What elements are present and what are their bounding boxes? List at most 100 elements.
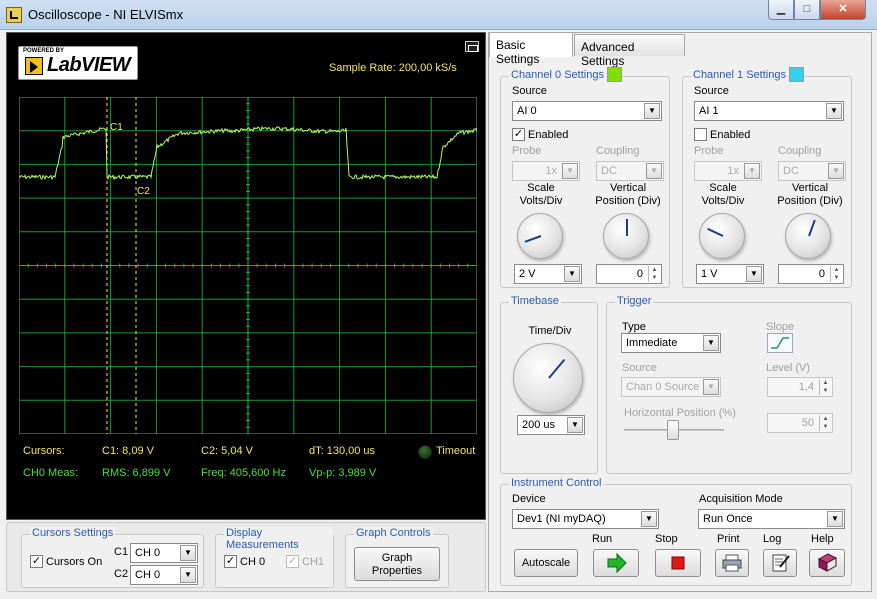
channel0-vpos-label-1: Vertical <box>609 182 647 194</box>
printer-icon <box>722 554 742 572</box>
channel1-scale-label-2: Volts/Div <box>701 195 745 207</box>
chevron-down-icon: ▼ <box>180 567 196 583</box>
channel0-color-swatch[interactable] <box>607 67 622 82</box>
channel1-vpos-label-2: Position (Div) <box>777 195 843 207</box>
timeout-led-icon <box>418 445 432 459</box>
channel1-source-select[interactable]: AI 1 ▼ <box>694 101 844 121</box>
trigger-hpos-input[interactable]: 50 ▲ ▼ <box>767 413 833 433</box>
dt-value: dT: 130,00 us <box>309 445 376 457</box>
channel1-scale-knob[interactable] <box>699 213 745 259</box>
ch1-measure-label: CH1 <box>302 556 325 568</box>
c1-channel-select[interactable]: CH 0 ▼ <box>130 543 198 563</box>
timebase-select[interactable]: 200 us ▼ <box>517 415 585 435</box>
trigger-source-select[interactable]: Chan 0 Source ▼ <box>621 377 721 397</box>
channel0-vpos-label: Vertical Position (Div) <box>583 182 673 208</box>
trigger-level-value: 1,4 <box>798 381 814 393</box>
ch0-measure-label: CH 0 <box>240 556 266 568</box>
channel0-vpos-value: 0 <box>636 268 643 280</box>
stop-button[interactable] <box>655 549 701 577</box>
c1-select-label: C1 <box>114 546 129 558</box>
tab-basic-settings[interactable]: Basic Settings <box>489 32 573 66</box>
ch1-measure-checkbox[interactable]: ✓ <box>286 555 299 568</box>
tab-advanced-settings[interactable]: Advanced Settings <box>574 34 685 68</box>
channel0-scale-value: 2 V <box>519 268 536 280</box>
run-button[interactable] <box>593 549 639 577</box>
log-button[interactable] <box>763 549 797 577</box>
channel1-coupling-label: Coupling <box>778 145 822 157</box>
channel0-scale-select[interactable]: 2 V ▼ <box>514 264 582 284</box>
channel1-enabled-checkbox[interactable] <box>694 128 707 141</box>
maximize-button[interactable]: □ <box>794 0 820 20</box>
graph-properties-line2: Properties <box>371 565 423 577</box>
instrument-control-group: Instrument Control Device Dev1 (NI myDAQ… <box>500 477 852 586</box>
graph-properties-line1: Graph <box>381 552 413 564</box>
channel1-coupling-select[interactable]: DC ▼ <box>778 161 846 181</box>
cursors-on-checkbox[interactable]: ✓ <box>30 555 43 568</box>
logo-text: LabVIEW <box>47 54 131 76</box>
device-select[interactable]: Dev1 (NI myDAQ) ▼ <box>512 509 659 529</box>
channel1-source-label: Source <box>694 85 729 97</box>
channel0-coupling-value: DC <box>601 165 617 177</box>
spinner-arrows-icon: ▲ ▼ <box>648 266 660 282</box>
channel1-color-swatch[interactable] <box>789 67 804 82</box>
trigger-source-label: Source <box>622 362 657 374</box>
chevron-down-icon: ▼ <box>646 163 662 179</box>
channel0-scale-knob[interactable] <box>517 213 563 259</box>
rising-slope-icon[interactable] <box>767 333 793 353</box>
channel1-source-value: AI 1 <box>699 105 719 117</box>
cursors-settings-group: Cursors Settings ✓ Cursors On C1 CH 0 ▼ C… <box>21 527 204 588</box>
channel1-scale-label-1: Scale <box>709 182 737 194</box>
app-icon <box>6 7 22 23</box>
chevron-down-icon: ▼ <box>567 417 583 433</box>
channel0-enabled-checkbox[interactable]: ✓ <box>512 128 525 141</box>
channel1-scale-value: 1 V <box>701 268 718 280</box>
channel1-scale-label: Scale Volts/Div <box>683 182 763 208</box>
channel0-settings-group: Channel 0 Settings Source AI 0 ▼ ✓ Enable… <box>500 67 673 288</box>
device-label: Device <box>512 493 546 505</box>
waveform-graph[interactable]: C1 C2 <box>19 97 477 434</box>
channel0-source-select[interactable]: AI 0 ▼ <box>512 101 662 121</box>
c2-channel-select[interactable]: CH 0 ▼ <box>130 565 198 585</box>
spinner-arrows-icon: ▲ ▼ <box>830 266 842 282</box>
trigger-hpos-slider-handle[interactable] <box>667 420 679 440</box>
ch0-measure-checkbox[interactable]: ✓ <box>224 555 237 568</box>
cursors-on-label: Cursors On <box>46 556 103 568</box>
restore-display-icon[interactable] <box>465 41 479 52</box>
channel0-coupling-select[interactable]: DC ▼ <box>596 161 664 181</box>
ch0-meas-label: CH0 Meas: <box>23 467 79 479</box>
display-measurements-group: Display Measurements ✓ CH 0 ✓ CH1 <box>215 527 334 588</box>
graph-properties-button[interactable]: Graph Properties <box>354 547 440 581</box>
print-button[interactable] <box>715 549 749 577</box>
labview-logo: POWERED BY LabVIEW <box>18 46 138 80</box>
close-button[interactable]: ✕ <box>820 0 866 20</box>
channel1-probe-select[interactable]: 1x ▼ <box>694 161 762 181</box>
channel0-source-value: AI 0 <box>517 105 537 117</box>
channel0-source-label: Source <box>512 85 547 97</box>
channel0-probe-select[interactable]: 1x ▼ <box>512 161 580 181</box>
channel1-vpos-knob[interactable] <box>785 213 831 259</box>
channel0-vpos-input[interactable]: 0 ▲ ▼ <box>596 264 662 284</box>
cursors-settings-title: Cursors Settings <box>30 527 116 539</box>
chevron-down-icon: ▼ <box>826 103 842 119</box>
channel0-vpos-knob[interactable] <box>603 213 649 259</box>
log-notepad-icon <box>772 554 790 572</box>
trigger-type-select[interactable]: Immediate ▼ <box>621 333 721 353</box>
sample-rate: Sample Rate: 200,00 kS/s <box>329 62 457 74</box>
minimize-button[interactable]: ▁ <box>768 0 794 20</box>
channel0-title: Channel 0 Settings <box>509 69 606 81</box>
channel1-enabled-label: Enabled <box>710 129 751 141</box>
trigger-level-input[interactable]: 1,4 ▲ ▼ <box>767 377 833 397</box>
acquisition-mode-select[interactable]: Run Once ▼ <box>698 509 845 529</box>
acquisition-mode-value: Run Once <box>703 513 753 525</box>
channel1-title: Channel 1 Settings <box>691 69 788 81</box>
rms-value: RMS: 6,899 V <box>102 467 171 479</box>
device-value: Dev1 (NI myDAQ) <box>517 513 606 525</box>
help-button[interactable] <box>809 549 845 577</box>
timebase-knob[interactable] <box>513 343 583 413</box>
channel1-scale-select[interactable]: 1 V ▼ <box>696 264 764 284</box>
log-label: Log <box>763 533 782 545</box>
channel1-vpos-input[interactable]: 0 ▲ ▼ <box>778 264 844 284</box>
autoscale-button[interactable]: Autoscale <box>514 549 578 577</box>
chevron-down-icon: ▼ <box>746 266 762 282</box>
timeout-label: Timeout <box>436 445 476 457</box>
